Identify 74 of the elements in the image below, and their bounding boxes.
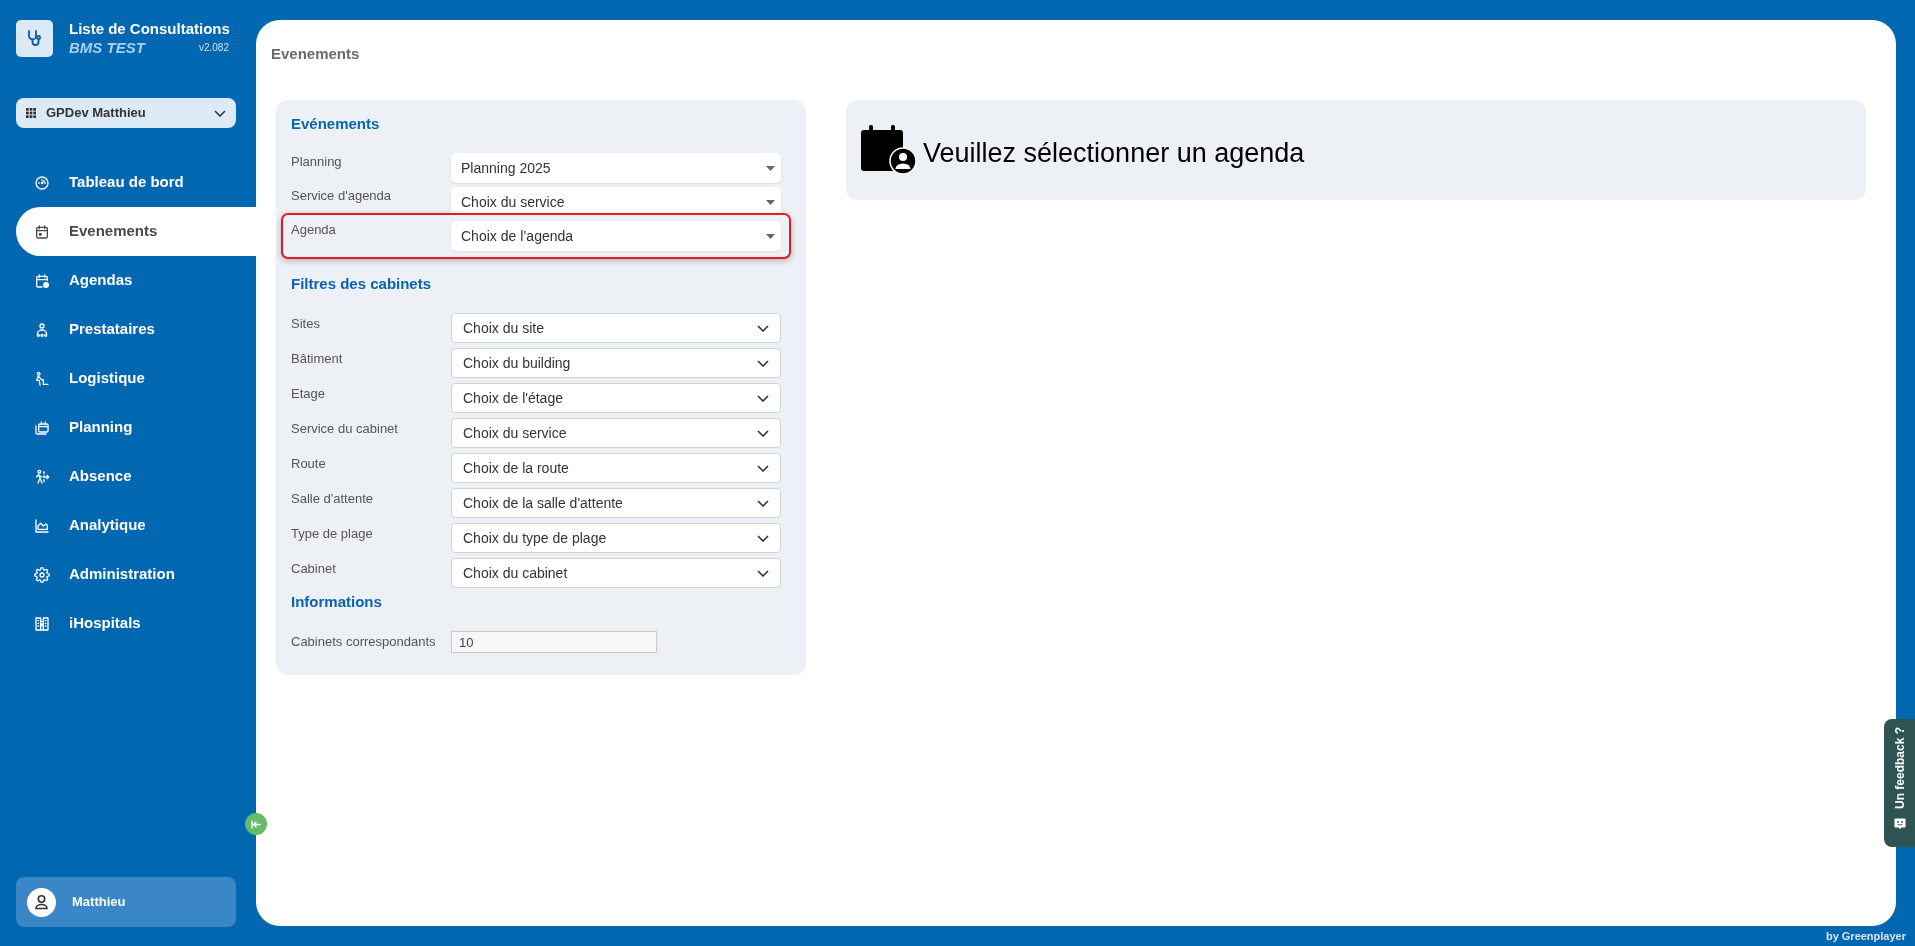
dropdown[interactable]: Choix du service	[451, 418, 781, 448]
calendar-icon	[34, 223, 50, 240]
nav-item[interactable]: Prestataires	[16, 305, 256, 354]
field-label: Route	[291, 455, 327, 473]
calendar-badge-icon	[34, 272, 50, 289]
field-label: Sites	[291, 315, 321, 333]
caret-down-icon	[766, 233, 775, 239]
section-heading: Informations	[291, 592, 382, 612]
calendar-person-icon	[861, 125, 917, 175]
user-card[interactable]: Matthieu	[16, 877, 236, 927]
empty-state-message: Veuillez sélectionner un agenda	[923, 137, 1305, 169]
chevron-down-icon	[757, 324, 769, 332]
nav-item[interactable]: Analytique	[16, 501, 256, 550]
settings-icon	[34, 566, 50, 583]
chevron-down-icon	[757, 394, 769, 402]
page-title: Evenements	[270, 44, 360, 63]
dropdown[interactable]: Choix de l'étage	[451, 383, 781, 413]
nav-item[interactable]: Administration	[16, 550, 256, 599]
field-label: Cabinet	[291, 560, 337, 578]
version-label: v2.082	[198, 42, 229, 54]
nav-item[interactable]: Planning	[16, 403, 256, 452]
field-label: Agenda	[291, 221, 337, 239]
dropdown[interactable]: Choix du cabinet	[451, 558, 781, 588]
chevron-down-icon	[757, 464, 769, 472]
field-label: Etage	[291, 385, 326, 403]
chevron-down-icon	[757, 534, 769, 542]
account-dropdown[interactable]: GPDev Matthieu	[16, 98, 236, 128]
app-subtitle: BMS TEST	[69, 39, 145, 57]
footer-credit: by Greenplayer	[1825, 928, 1906, 944]
chevron-down-icon	[757, 429, 769, 437]
dropdown[interactable]: Choix de l’agenda	[451, 221, 781, 251]
field-label: Cabinets correspondants	[291, 634, 437, 650]
dropdown[interactable]: Planning 2025	[451, 153, 781, 183]
field-label: Bâtiment	[291, 350, 344, 368]
dropdown[interactable]: Choix du type de plage	[451, 523, 781, 553]
nav-item[interactable]: Absence	[16, 452, 256, 501]
feedback-tab[interactable]: Un feedback ?	[1884, 719, 1915, 847]
chat-smiley-icon	[1893, 818, 1906, 831]
user-name: Matthieu	[72, 893, 126, 912]
nav-item[interactable]: Tableau de bord	[16, 158, 256, 207]
field-label: Salle d'attente	[291, 490, 374, 508]
app-title: Liste de Consultations	[69, 20, 230, 38]
dropdown[interactable]: Choix de la salle d'attente	[451, 488, 781, 518]
chevron-down-icon	[757, 569, 769, 577]
calendar-stack-icon	[34, 419, 50, 436]
gauge-icon	[34, 174, 50, 191]
section-heading: Filtres des cabinets	[291, 274, 432, 294]
stethoscope-icon	[16, 20, 53, 57]
dropdown[interactable]: Choix du site	[451, 313, 781, 343]
grid-icon	[26, 108, 36, 118]
area-chart-icon	[34, 517, 50, 534]
dropdown[interactable]: Choix du building	[451, 348, 781, 378]
collapse-sidebar-button[interactable]	[245, 813, 267, 835]
field-label: Service du cabinet	[291, 420, 399, 438]
nav-item[interactable]: Evenements	[16, 207, 256, 256]
field-label: Planning	[291, 153, 343, 171]
field-label: Service d'agenda	[291, 187, 393, 205]
chevron-down-icon	[214, 109, 226, 117]
nav-item[interactable]: Logistique	[16, 354, 256, 403]
person-walking-arrow-icon	[34, 468, 50, 485]
field-label: Type de plage	[291, 525, 374, 543]
chevron-down-icon	[757, 499, 769, 507]
nav-item[interactable]: iHospitals	[16, 599, 256, 648]
person-group-icon	[34, 321, 50, 338]
chevron-down-icon	[757, 359, 769, 367]
nav-item[interactable]: Agendas	[16, 256, 256, 305]
avatar-icon	[27, 887, 56, 917]
person-figure-icon	[34, 370, 50, 387]
building-icon	[34, 615, 50, 632]
dropdown[interactable]: Choix de la route	[451, 453, 781, 483]
caret-down-icon	[766, 199, 775, 205]
arrow-left-bar-icon	[250, 818, 262, 830]
section-heading: Evénements	[291, 114, 380, 134]
caret-down-icon	[766, 165, 775, 171]
